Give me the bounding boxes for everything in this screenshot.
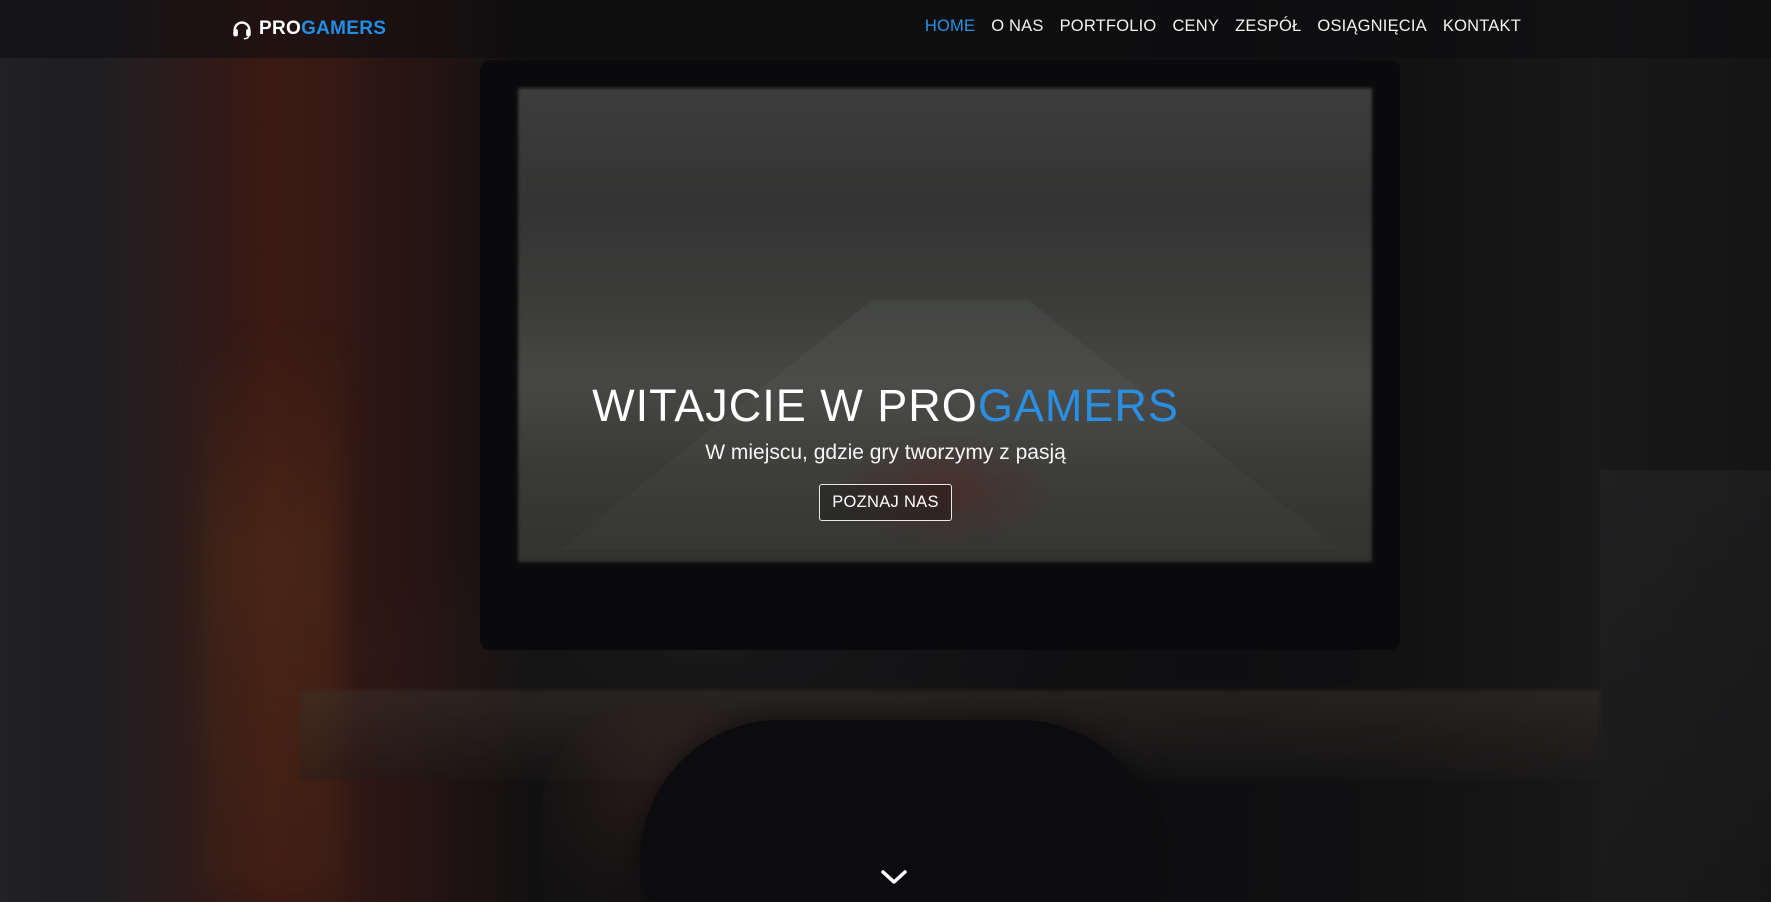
brand-name-prefix: PRO — [259, 18, 302, 39]
nav-item-ceny[interactable]: CENY — [1172, 17, 1219, 35]
nav-item-portfolio[interactable]: PORTFOLIO — [1060, 17, 1157, 35]
hero-subtitle: W miejscu, gdzie gry tworzymy z pasją — [705, 441, 1066, 464]
nav-item-home[interactable]: HOME — [925, 17, 975, 35]
hero-title: WITAJCIE W PROGAMERS — [0, 378, 1771, 434]
nav-item-kontakt[interactable]: KONTAKT — [1443, 17, 1521, 35]
headset-icon — [233, 21, 251, 40]
brand-name: PROGAMERS — [259, 18, 386, 40]
hero-title-accent: GAMERS — [977, 380, 1179, 431]
chevron-down-icon[interactable] — [879, 866, 909, 888]
nav-item-o-nas[interactable]: O NAS — [991, 17, 1043, 35]
top-navbar: PROGAMERS HOME O NAS PORTFOLIO CENY ZESP… — [0, 0, 1771, 58]
nav-item-zespol[interactable]: ZESPÓŁ — [1235, 17, 1301, 35]
brand-logo-link[interactable]: PROGAMERS — [231, 16, 386, 42]
hero-content: WITAJCIE W PROGAMERS W miejscu, gdzie gr… — [0, 378, 1771, 521]
main-nav: HOME O NAS PORTFOLIO CENY ZESPÓŁ OSIĄGNI… — [925, 17, 1521, 36]
hero-title-prefix: WITAJCIE W PRO — [592, 380, 978, 431]
hero-section: PROGAMERS HOME O NAS PORTFOLIO CENY ZESP… — [0, 0, 1771, 902]
nav-item-osiagniecia[interactable]: OSIĄGNIĘCIA — [1317, 17, 1426, 35]
brand-name-accent: GAMERS — [301, 18, 387, 39]
poznaj-nas-button[interactable]: POZNAJ NAS — [819, 484, 952, 521]
